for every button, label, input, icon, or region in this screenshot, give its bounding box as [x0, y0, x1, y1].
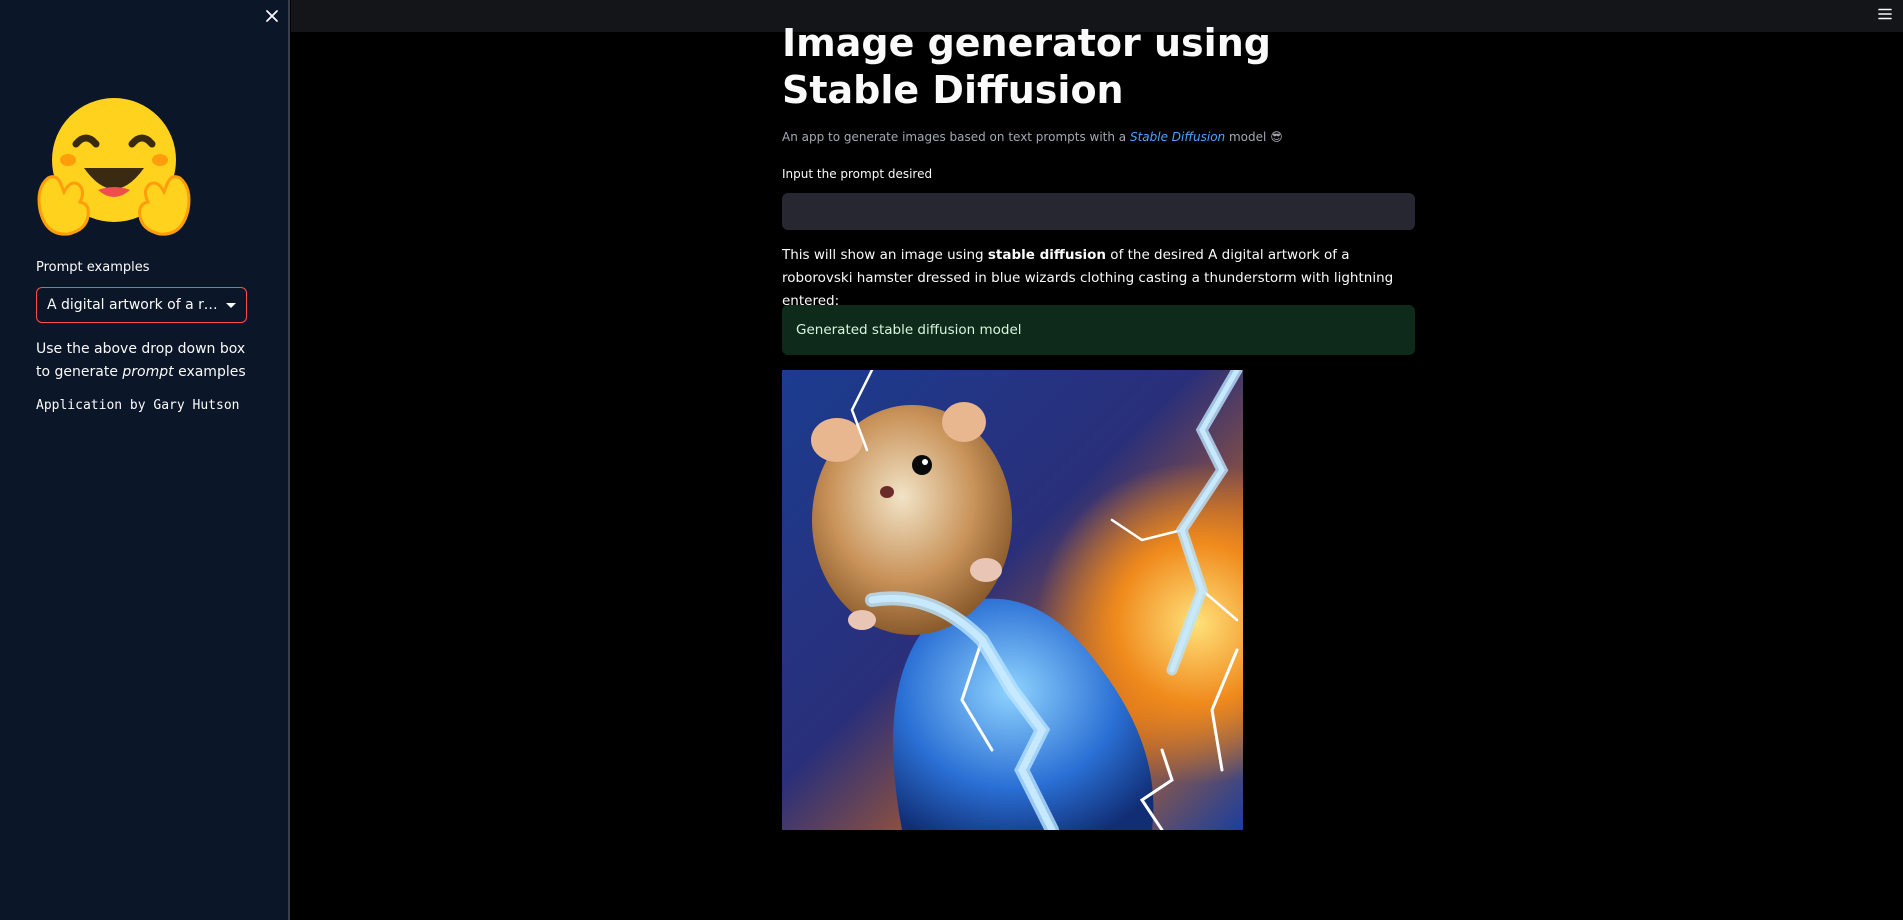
sidebar: Prompt examples A digital artwork of a r…	[0, 0, 290, 920]
help-text-part-2: examples	[173, 364, 246, 380]
page-subtitle: An app to generate images based on text …	[782, 130, 1283, 144]
prompt-input[interactable]	[782, 193, 1415, 230]
sunglasses-emoji-icon: 😎	[1270, 130, 1283, 144]
selected-prompt-value: A digital artwork of a rob…	[47, 297, 218, 313]
result-description: This will show an image using stable dif…	[782, 244, 1415, 313]
hugging-face-emoji-icon	[37, 98, 191, 236]
close-icon	[266, 10, 278, 22]
prompt-examples-select[interactable]: A digital artwork of a rob…	[36, 287, 247, 323]
sidebar-help-text: Use the above drop down box to generate …	[36, 338, 261, 384]
desc-prefix: This will show an image using	[782, 247, 988, 263]
close-sidebar-button[interactable]	[260, 4, 284, 28]
chevron-down-icon[interactable]	[226, 302, 236, 308]
help-text-emphasis: prompt	[122, 364, 174, 380]
subtitle-prefix: An app to generate images based on text …	[782, 130, 1130, 144]
hamburger-menu-icon[interactable]	[1877, 6, 1893, 22]
prompt-examples-label: Prompt examples	[36, 260, 150, 275]
subtitle-suffix: model	[1225, 130, 1267, 144]
success-alert-text: Generated stable diffusion model	[796, 322, 1022, 338]
success-alert: Generated stable diffusion model	[782, 305, 1415, 355]
prompt-input-label: Input the prompt desired	[782, 167, 933, 181]
generated-hamster-image	[782, 370, 1243, 830]
desc-bold: stable diffusion	[987, 247, 1107, 263]
page-title: Image generator using Stable Diffusion	[782, 21, 1271, 112]
stable-diffusion-link[interactable]: Stable Diffusion	[1130, 130, 1225, 144]
app-credit: Application by Gary Hutson	[36, 398, 240, 413]
